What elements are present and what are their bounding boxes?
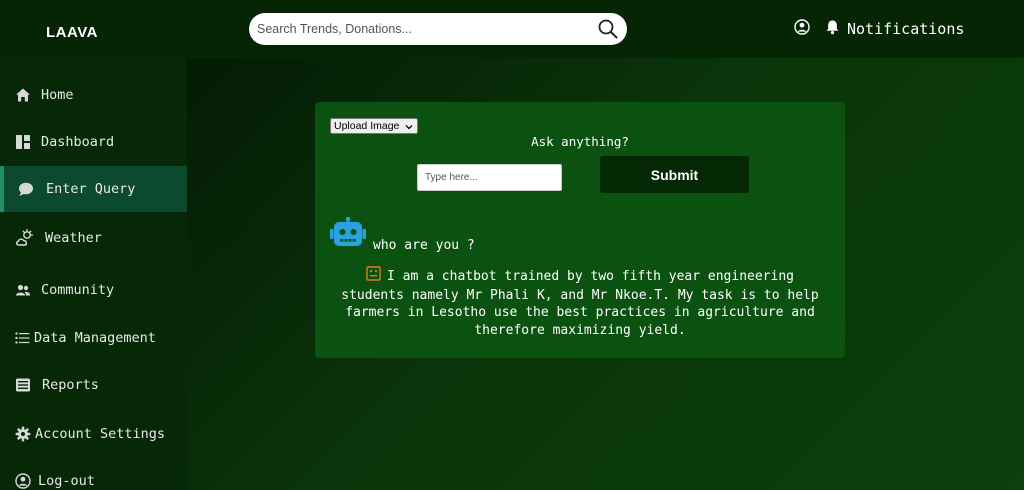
sidebar-item-label: Weather xyxy=(45,230,102,246)
sidebar-item-reports[interactable]: Reports xyxy=(0,362,187,408)
weather-icon xyxy=(15,229,35,247)
dashboard-icon xyxy=(15,134,31,150)
sidebar-item-label: Home xyxy=(41,87,74,103)
logout-icon xyxy=(15,473,31,489)
reports-icon xyxy=(15,377,31,393)
sidebar-item-enter-query[interactable]: Enter Query xyxy=(0,166,187,212)
top-header: LAAVA Notifications xyxy=(0,0,1024,58)
sidebar-item-community[interactable]: Community xyxy=(0,267,187,313)
home-icon xyxy=(15,87,31,103)
bot-reply-wrapper: I am a chatbot trained by two fifth year… xyxy=(331,266,829,339)
submit-button[interactable]: Submit xyxy=(600,156,749,193)
sidebar-item-label: Reports xyxy=(42,377,99,393)
sidebar-item-label: Community xyxy=(41,282,115,298)
sidebar-item-label: Data Management xyxy=(34,330,156,346)
chat-card: Upload Image Ask anything? Submit who ar… xyxy=(315,102,845,358)
query-input[interactable] xyxy=(417,164,562,191)
chat-icon xyxy=(18,181,34,197)
gear-icon xyxy=(15,426,31,442)
search-icon[interactable] xyxy=(597,18,619,40)
notifications-link[interactable]: Notifications xyxy=(847,20,964,38)
ask-label: Ask anything? xyxy=(531,134,629,149)
community-icon xyxy=(15,282,31,298)
upload-image-select[interactable]: Upload Image xyxy=(330,118,418,134)
sidebar-item-weather[interactable]: Weather xyxy=(0,215,187,261)
search-input[interactable] xyxy=(257,19,577,39)
bot-avatar-icon xyxy=(366,266,381,287)
sidebar-item-label: Dashboard xyxy=(41,134,115,150)
sidebar-item-label: Log-out xyxy=(38,473,95,489)
search-bar xyxy=(249,13,627,45)
user-message: who are you ? xyxy=(373,238,475,253)
list-icon xyxy=(15,331,30,345)
chevron-down-icon xyxy=(405,122,413,134)
user-account-icon[interactable] xyxy=(794,19,810,35)
bot-reply: I am a chatbot trained by two fifth year… xyxy=(341,269,819,338)
sidebar-item-label: Enter Query xyxy=(46,181,136,197)
upload-image-select-value: Upload Image xyxy=(334,120,400,132)
sidebar-item-account-settings[interactable]: Account Settings xyxy=(0,411,187,457)
sidebar-item-home[interactable]: Home xyxy=(0,72,187,118)
sidebar-item-log-out[interactable]: Log-out xyxy=(0,458,187,490)
sidebar-item-dashboard[interactable]: Dashboard xyxy=(0,119,187,165)
sidebar: Home Dashboard Enter Query Weather Commu… xyxy=(0,58,187,490)
bell-icon[interactable] xyxy=(825,19,840,35)
robot-icon xyxy=(329,216,367,249)
sidebar-item-data-management[interactable]: Data Management xyxy=(0,315,187,361)
brand-logo-text[interactable]: LAAVA xyxy=(46,24,98,41)
sidebar-item-label: Account Settings xyxy=(35,426,166,442)
